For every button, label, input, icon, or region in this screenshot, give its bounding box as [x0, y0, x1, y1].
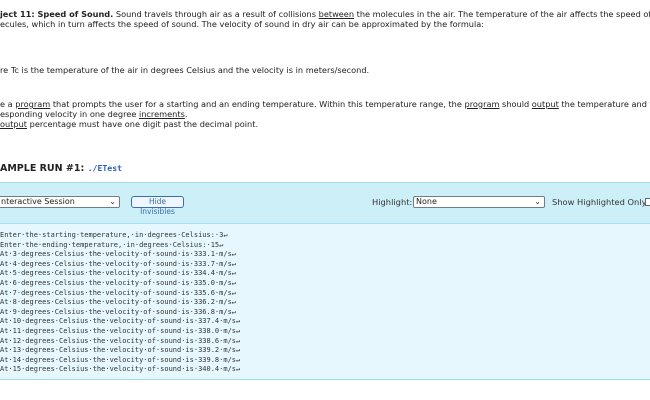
show-highlighted-label: Show Highlighted Only — [552, 197, 647, 207]
sample-run-command: ./ETest — [87, 163, 123, 173]
session-select[interactable]: nteractive Session ⌄ — [0, 196, 120, 208]
sample-run-panel: nteractive Session ⌄ Hide Invisibles Hig… — [0, 182, 650, 380]
highlight-label: Highlight: — [372, 197, 413, 207]
session-output-line: At·13·degrees·Celsius·the·velocity·of·so… — [0, 346, 241, 355]
highlight-select[interactable]: None ⌄ — [413, 196, 545, 208]
prompt-link-output[interactable]: output — [0, 119, 27, 129]
prompt-text: the molecules in the air. The temperatur… — [354, 9, 650, 19]
prompt-line: esponding velocity in one degree increme… — [0, 109, 187, 119]
session-output-line: At·15·degrees·Celsius·the·velocity·of·so… — [0, 365, 241, 374]
session-output-line: At·4·degrees·Celsius·the·velocity·of·sou… — [0, 259, 237, 268]
prompt-title: ject 11: Speed of Sound. — [0, 9, 114, 19]
session-output-line: At·12·degrees·Celsius·the·velocity·of·so… — [0, 336, 241, 345]
session-output-line: At·9·degrees·Celsius·the·velocity·of·sou… — [0, 307, 237, 316]
session-output-line: At·10·degrees·Celsius·the·velocity·of·so… — [0, 317, 241, 326]
prompt-link-program[interactable]: program — [15, 99, 50, 109]
prompt-paragraph-1: ject 11: Speed of Sound. Sound travels t… — [0, 9, 650, 19]
prompt-text: e a — [0, 99, 16, 109]
session-output-line: Enter·the·ending·temperature,·in·degrees… — [0, 240, 224, 249]
session-output-line: Enter·the·starting·temperature,·in·degre… — [0, 231, 228, 239]
prompt-paragraph-2: re Tc is the temperature of the air in d… — [0, 65, 370, 75]
prompt-link-program[interactable]: program — [465, 99, 500, 109]
prompt-line: output percentage must have one digit pa… — [0, 119, 258, 129]
prompt-link-output[interactable]: output — [532, 99, 559, 109]
session-output-line: At·14·degrees·Celsius·the·velocity·of·so… — [0, 355, 241, 364]
prompt-text: esponding velocity in one degree — [0, 109, 139, 119]
prompt-link-between[interactable]: between — [319, 9, 354, 19]
prompt-text: that prompts the user for a starting and… — [50, 99, 465, 109]
prompt-text: . — [184, 109, 188, 119]
session-output-line: At·11·degrees·Celsius·the·velocity·of·so… — [0, 327, 241, 335]
session-output-line: At·3·degrees·Celsius·the·velocity·of·sou… — [0, 250, 237, 259]
prompt-link-increments[interactable]: increments — [139, 109, 185, 119]
prompt-paragraph-3: e a program that prompts the user for a … — [0, 99, 650, 109]
session-output: Enter·the·starting·temperature,·in·degre… — [0, 224, 650, 379]
session-output-line: At·6·degrees·Celsius·the·velocity·of·sou… — [0, 279, 237, 287]
show-highlighted-checkbox[interactable] — [645, 198, 650, 206]
prompt-text: the temperature and the — [561, 99, 650, 109]
session-output-line: At·8·degrees·Celsius·the·velocity·of·sou… — [0, 298, 237, 307]
highlight-select-value: None — [416, 197, 437, 206]
session-toolbar: nteractive Session ⌄ Hide Invisibles Hig… — [0, 183, 650, 224]
hide-invisibles-button[interactable]: Hide Invisibles — [131, 196, 184, 216]
session-output-line: At·7·degrees·Celsius·the·velocity·of·sou… — [0, 288, 237, 297]
prompt-text: ecules, which in turn affects the speed … — [0, 19, 485, 29]
prompt-text: should — [499, 99, 532, 109]
sample-run-heading: AMPLE RUN #1: ./ETest — [0, 163, 122, 174]
prompt-text: percentage must have one digit past the … — [27, 119, 259, 129]
session-select-value: nteractive Session — [1, 197, 75, 206]
session-output-line: At·5·degrees·Celsius·the·velocity·of·sou… — [0, 269, 237, 278]
chevron-down-icon: ⌄ — [534, 197, 541, 206]
sample-run-label: AMPLE RUN #1: — [0, 163, 88, 174]
prompt-text: Sound travels through air as a result of… — [113, 9, 319, 19]
chevron-down-icon: ⌄ — [109, 197, 116, 206]
